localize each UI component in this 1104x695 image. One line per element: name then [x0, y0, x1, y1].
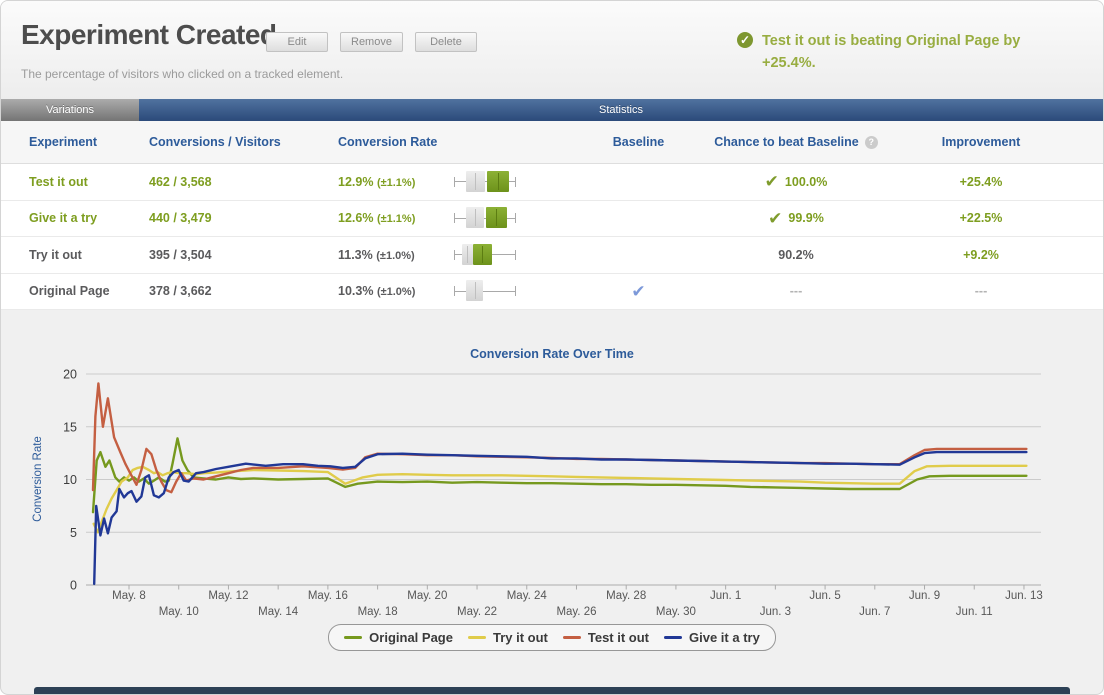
help-icon[interactable]: ? — [865, 136, 878, 149]
winner-check-icon: ✔ — [768, 210, 782, 227]
check-circle-icon: ✓ — [737, 32, 753, 48]
winner-check-icon: ✔ — [765, 173, 779, 190]
conversion-rate-chart: 0 5 10 15 20 May. 8 May. 10 May. 12 May. 14 May. … — [1, 362, 1104, 620]
improvement-value: --- — [881, 284, 1081, 298]
next-panel-edge — [34, 687, 1070, 694]
svg-text:5: 5 — [70, 526, 77, 540]
status-message-text: Test it out is beating Original Page by … — [762, 30, 1054, 75]
legend-label: Give it a try — [689, 630, 760, 645]
svg-text:Jun. 9: Jun. 9 — [909, 590, 940, 602]
svg-text:May. 30: May. 30 — [656, 606, 696, 618]
legend-swatch-red — [563, 636, 581, 639]
svg-text:May. 28: May. 28 — [606, 590, 646, 602]
col-header-conversions: Conversions / Visitors — [149, 135, 338, 149]
chance-value: 99.9% — [788, 211, 823, 225]
svg-text:May. 10: May. 10 — [159, 606, 199, 618]
svg-text:Jun. 3: Jun. 3 — [760, 606, 791, 618]
col-header-experiment: Experiment — [29, 135, 149, 149]
svg-text:Jun. 1: Jun. 1 — [710, 590, 741, 602]
legend-item-original-page: Original Page — [344, 630, 453, 645]
chart-title: Conversion Rate Over Time — [1, 347, 1103, 361]
svg-text:10: 10 — [63, 473, 77, 487]
col-header-improvement: Improvement — [881, 135, 1081, 149]
header-actions: Edit Remove Delete — [266, 32, 477, 52]
col-header-chance-to-beat: Chance to beat Baseline ? — [711, 135, 881, 149]
section-header-bar: Variations Statistics — [1, 99, 1103, 121]
conversion-rate-value: 10.3% (±1.0%) — [338, 284, 451, 298]
svg-text:0: 0 — [70, 579, 77, 593]
statistics-section-header: Statistics — [139, 99, 1103, 121]
legend-swatch-blue — [664, 636, 682, 639]
chance-value: 100.0% — [785, 175, 827, 189]
conversions-visitors: 378 / 3,662 — [149, 284, 338, 298]
conversions-visitors: 462 / 3,568 — [149, 175, 338, 189]
svg-text:May. 12: May. 12 — [208, 590, 248, 602]
table-row: Give it a try 440 / 3,479 12.6% (±1.1%) … — [1, 201, 1103, 238]
variations-section-header: Variations — [1, 99, 139, 121]
conversion-rate-value: 11.3% (±1.0%) — [338, 248, 451, 262]
table-row: Original Page 378 / 3,662 10.3% (±1.0%) … — [1, 274, 1103, 311]
chance-header-label: Chance to beat Baseline — [714, 135, 859, 149]
confidence-interval-plot — [453, 243, 517, 267]
svg-text:Jun. 13: Jun. 13 — [1005, 590, 1043, 602]
chart-legend: Original Page Try it out Test it out Giv… — [1, 624, 1103, 651]
svg-text:May. 20: May. 20 — [407, 590, 447, 602]
legend-swatch-yellow — [468, 636, 486, 639]
conversion-rate-value: 12.6% (±1.1%) — [338, 211, 451, 225]
improvement-value: +9.2% — [881, 248, 1081, 262]
experiment-results-panel: Experiment Created Edit Remove Delete Th… — [0, 0, 1104, 695]
conversion-rate-value: 12.9% (±1.1%) — [338, 175, 451, 189]
chance-value: --- — [790, 284, 803, 298]
chance-value: 90.2% — [778, 248, 813, 262]
remove-button[interactable]: Remove — [340, 32, 403, 52]
svg-text:May. 18: May. 18 — [358, 606, 398, 618]
experiment-description: The percentage of visitors who clicked o… — [21, 67, 343, 81]
variation-name: Original Page — [29, 284, 149, 298]
edit-button[interactable]: Edit — [266, 32, 328, 52]
legend-item-test-it-out: Test it out — [563, 630, 649, 645]
legend-swatch-green — [344, 636, 362, 639]
svg-text:20: 20 — [63, 368, 77, 382]
svg-text:May. 8: May. 8 — [112, 590, 146, 602]
status-message: ✓ Test it out is beating Original Page b… — [737, 30, 1067, 75]
conversions-visitors: 395 / 3,504 — [149, 248, 338, 262]
improvement-value: +22.5% — [881, 211, 1081, 225]
conversions-visitors: 440 / 3,479 — [149, 211, 338, 225]
variation-name: Try it out — [29, 248, 149, 262]
svg-text:May. 22: May. 22 — [457, 606, 497, 618]
legend-item-try-it-out: Try it out — [468, 630, 548, 645]
confidence-interval-plot — [453, 170, 517, 194]
results-table-header: Experiment Conversions / Visitors Conver… — [1, 121, 1103, 164]
chart-section: Conversion Rate Over Time 0 5 10 15 20 May. 8… — [1, 347, 1103, 651]
svg-text:Jun. 11: Jun. 11 — [956, 606, 993, 618]
legend-item-give-it-a-try: Give it a try — [664, 630, 760, 645]
confidence-interval-plot — [453, 279, 517, 303]
page-header: Experiment Created Edit Remove Delete Th… — [1, 1, 1103, 99]
svg-text:Conversion Rate: Conversion Rate — [32, 436, 44, 522]
confidence-interval-plot — [453, 206, 517, 230]
svg-text:May. 26: May. 26 — [556, 606, 596, 618]
svg-text:May. 24: May. 24 — [507, 590, 548, 602]
col-header-conversion-rate: Conversion Rate — [338, 135, 451, 149]
col-header-baseline: Baseline — [566, 135, 711, 149]
legend-label: Test it out — [588, 630, 649, 645]
svg-text:15: 15 — [63, 420, 77, 434]
improvement-value: +25.4% — [881, 175, 1081, 189]
table-row: Try it out 395 / 3,504 11.3% (±1.0%) ✔ ✔… — [1, 237, 1103, 274]
legend-label: Try it out — [493, 630, 548, 645]
baseline-check-icon: ✔ — [631, 282, 645, 301]
page-title: Experiment Created — [21, 19, 277, 51]
delete-button[interactable]: Delete — [415, 32, 477, 52]
legend-label: Original Page — [369, 630, 453, 645]
svg-text:Jun. 5: Jun. 5 — [809, 590, 840, 602]
svg-text:Jun. 7: Jun. 7 — [859, 606, 890, 618]
variation-name: Test it out — [29, 175, 149, 189]
table-row: Test it out 462 / 3,568 12.9% (±1.1%) ✔ … — [1, 164, 1103, 201]
svg-text:May. 16: May. 16 — [308, 590, 348, 602]
variation-name: Give it a try — [29, 211, 149, 225]
svg-text:May. 14: May. 14 — [258, 606, 299, 618]
